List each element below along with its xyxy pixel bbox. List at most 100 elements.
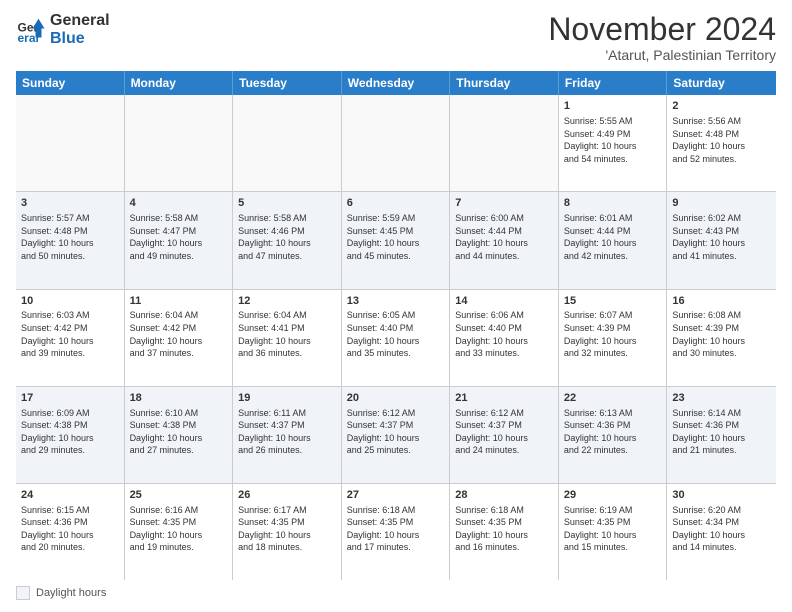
day-number-19: 19	[238, 391, 336, 406]
day-info-13: Sunrise: 6:05 AM Sunset: 4:40 PM Dayligh…	[347, 309, 445, 359]
day-number-29: 29	[564, 488, 662, 503]
day-cell-21: 21Sunrise: 6:12 AM Sunset: 4:37 PM Dayli…	[450, 387, 559, 483]
day-cell-23: 23Sunrise: 6:14 AM Sunset: 4:36 PM Dayli…	[667, 387, 776, 483]
day-info-24: Sunrise: 6:15 AM Sunset: 4:36 PM Dayligh…	[21, 504, 119, 554]
calendar-row-3: 10Sunrise: 6:03 AM Sunset: 4:42 PM Dayli…	[16, 290, 776, 387]
legend: Daylight hours	[16, 586, 776, 600]
day-info-17: Sunrise: 6:09 AM Sunset: 4:38 PM Dayligh…	[21, 407, 119, 457]
day-info-12: Sunrise: 6:04 AM Sunset: 4:41 PM Dayligh…	[238, 309, 336, 359]
day-number-8: 8	[564, 196, 662, 211]
day-number-17: 17	[21, 391, 119, 406]
header: Gen eral General Blue November 2024 'Ata…	[16, 12, 776, 63]
day-cell-13: 13Sunrise: 6:05 AM Sunset: 4:40 PM Dayli…	[342, 290, 451, 386]
day-cell-1: 1Sunrise: 5:55 AM Sunset: 4:49 PM Daylig…	[559, 95, 668, 191]
day-cell-26: 26Sunrise: 6:17 AM Sunset: 4:35 PM Dayli…	[233, 484, 342, 580]
day-cell-28: 28Sunrise: 6:18 AM Sunset: 4:35 PM Dayli…	[450, 484, 559, 580]
day-info-1: Sunrise: 5:55 AM Sunset: 4:49 PM Dayligh…	[564, 115, 662, 165]
month-title: November 2024	[548, 12, 776, 47]
header-cell-tuesday: Tuesday	[233, 71, 342, 95]
day-cell-2: 2Sunrise: 5:56 AM Sunset: 4:48 PM Daylig…	[667, 95, 776, 191]
day-number-30: 30	[672, 488, 771, 503]
day-info-16: Sunrise: 6:08 AM Sunset: 4:39 PM Dayligh…	[672, 309, 771, 359]
empty-cell-0-4	[450, 95, 559, 191]
logo: Gen eral General Blue	[16, 12, 110, 47]
header-cell-wednesday: Wednesday	[342, 71, 451, 95]
day-number-3: 3	[21, 196, 119, 211]
title-area: November 2024 'Atarut, Palestinian Terri…	[548, 12, 776, 63]
day-number-11: 11	[130, 294, 228, 309]
day-number-23: 23	[672, 391, 771, 406]
day-cell-9: 9Sunrise: 6:02 AM Sunset: 4:43 PM Daylig…	[667, 192, 776, 288]
legend-box	[16, 586, 30, 600]
day-number-5: 5	[238, 196, 336, 211]
day-info-22: Sunrise: 6:13 AM Sunset: 4:36 PM Dayligh…	[564, 407, 662, 457]
day-cell-30: 30Sunrise: 6:20 AM Sunset: 4:34 PM Dayli…	[667, 484, 776, 580]
day-number-25: 25	[130, 488, 228, 503]
calendar: SundayMondayTuesdayWednesdayThursdayFrid…	[16, 71, 776, 580]
day-info-20: Sunrise: 6:12 AM Sunset: 4:37 PM Dayligh…	[347, 407, 445, 457]
day-number-22: 22	[564, 391, 662, 406]
day-cell-10: 10Sunrise: 6:03 AM Sunset: 4:42 PM Dayli…	[16, 290, 125, 386]
header-cell-monday: Monday	[125, 71, 234, 95]
logo-wordmark: General Blue	[50, 12, 110, 47]
day-info-25: Sunrise: 6:16 AM Sunset: 4:35 PM Dayligh…	[130, 504, 228, 554]
day-cell-8: 8Sunrise: 6:01 AM Sunset: 4:44 PM Daylig…	[559, 192, 668, 288]
empty-cell-0-0	[16, 95, 125, 191]
day-info-4: Sunrise: 5:58 AM Sunset: 4:47 PM Dayligh…	[130, 212, 228, 262]
day-number-16: 16	[672, 294, 771, 309]
calendar-body: 1Sunrise: 5:55 AM Sunset: 4:49 PM Daylig…	[16, 95, 776, 580]
day-cell-29: 29Sunrise: 6:19 AM Sunset: 4:35 PM Dayli…	[559, 484, 668, 580]
day-number-28: 28	[455, 488, 553, 503]
empty-cell-0-3	[342, 95, 451, 191]
day-info-10: Sunrise: 6:03 AM Sunset: 4:42 PM Dayligh…	[21, 309, 119, 359]
day-info-6: Sunrise: 5:59 AM Sunset: 4:45 PM Dayligh…	[347, 212, 445, 262]
day-info-23: Sunrise: 6:14 AM Sunset: 4:36 PM Dayligh…	[672, 407, 771, 457]
header-cell-sunday: Sunday	[16, 71, 125, 95]
day-cell-24: 24Sunrise: 6:15 AM Sunset: 4:36 PM Dayli…	[16, 484, 125, 580]
day-cell-12: 12Sunrise: 6:04 AM Sunset: 4:41 PM Dayli…	[233, 290, 342, 386]
day-number-20: 20	[347, 391, 445, 406]
day-number-9: 9	[672, 196, 771, 211]
day-cell-15: 15Sunrise: 6:07 AM Sunset: 4:39 PM Dayli…	[559, 290, 668, 386]
day-info-15: Sunrise: 6:07 AM Sunset: 4:39 PM Dayligh…	[564, 309, 662, 359]
day-number-15: 15	[564, 294, 662, 309]
location-subtitle: 'Atarut, Palestinian Territory	[548, 47, 776, 63]
day-number-26: 26	[238, 488, 336, 503]
day-number-4: 4	[130, 196, 228, 211]
day-number-27: 27	[347, 488, 445, 503]
day-number-6: 6	[347, 196, 445, 211]
day-cell-16: 16Sunrise: 6:08 AM Sunset: 4:39 PM Dayli…	[667, 290, 776, 386]
day-cell-14: 14Sunrise: 6:06 AM Sunset: 4:40 PM Dayli…	[450, 290, 559, 386]
day-info-3: Sunrise: 5:57 AM Sunset: 4:48 PM Dayligh…	[21, 212, 119, 262]
day-number-1: 1	[564, 99, 662, 114]
day-cell-4: 4Sunrise: 5:58 AM Sunset: 4:47 PM Daylig…	[125, 192, 234, 288]
calendar-row-1: 1Sunrise: 5:55 AM Sunset: 4:49 PM Daylig…	[16, 95, 776, 192]
calendar-row-4: 17Sunrise: 6:09 AM Sunset: 4:38 PM Dayli…	[16, 387, 776, 484]
day-number-7: 7	[455, 196, 553, 211]
logo-icon: Gen eral	[16, 15, 46, 45]
day-info-14: Sunrise: 6:06 AM Sunset: 4:40 PM Dayligh…	[455, 309, 553, 359]
calendar-row-2: 3Sunrise: 5:57 AM Sunset: 4:48 PM Daylig…	[16, 192, 776, 289]
day-number-21: 21	[455, 391, 553, 406]
day-cell-7: 7Sunrise: 6:00 AM Sunset: 4:44 PM Daylig…	[450, 192, 559, 288]
day-info-2: Sunrise: 5:56 AM Sunset: 4:48 PM Dayligh…	[672, 115, 771, 165]
calendar-row-5: 24Sunrise: 6:15 AM Sunset: 4:36 PM Dayli…	[16, 484, 776, 580]
day-cell-27: 27Sunrise: 6:18 AM Sunset: 4:35 PM Dayli…	[342, 484, 451, 580]
day-cell-20: 20Sunrise: 6:12 AM Sunset: 4:37 PM Dayli…	[342, 387, 451, 483]
empty-cell-0-2	[233, 95, 342, 191]
day-cell-3: 3Sunrise: 5:57 AM Sunset: 4:48 PM Daylig…	[16, 192, 125, 288]
day-cell-6: 6Sunrise: 5:59 AM Sunset: 4:45 PM Daylig…	[342, 192, 451, 288]
day-number-13: 13	[347, 294, 445, 309]
day-info-26: Sunrise: 6:17 AM Sunset: 4:35 PM Dayligh…	[238, 504, 336, 554]
day-cell-22: 22Sunrise: 6:13 AM Sunset: 4:36 PM Dayli…	[559, 387, 668, 483]
day-number-2: 2	[672, 99, 771, 114]
day-info-21: Sunrise: 6:12 AM Sunset: 4:37 PM Dayligh…	[455, 407, 553, 457]
day-cell-11: 11Sunrise: 6:04 AM Sunset: 4:42 PM Dayli…	[125, 290, 234, 386]
day-cell-5: 5Sunrise: 5:58 AM Sunset: 4:46 PM Daylig…	[233, 192, 342, 288]
day-info-5: Sunrise: 5:58 AM Sunset: 4:46 PM Dayligh…	[238, 212, 336, 262]
day-number-14: 14	[455, 294, 553, 309]
header-cell-friday: Friday	[559, 71, 668, 95]
page: Gen eral General Blue November 2024 'Ata…	[0, 0, 792, 612]
day-info-30: Sunrise: 6:20 AM Sunset: 4:34 PM Dayligh…	[672, 504, 771, 554]
day-cell-19: 19Sunrise: 6:11 AM Sunset: 4:37 PM Dayli…	[233, 387, 342, 483]
